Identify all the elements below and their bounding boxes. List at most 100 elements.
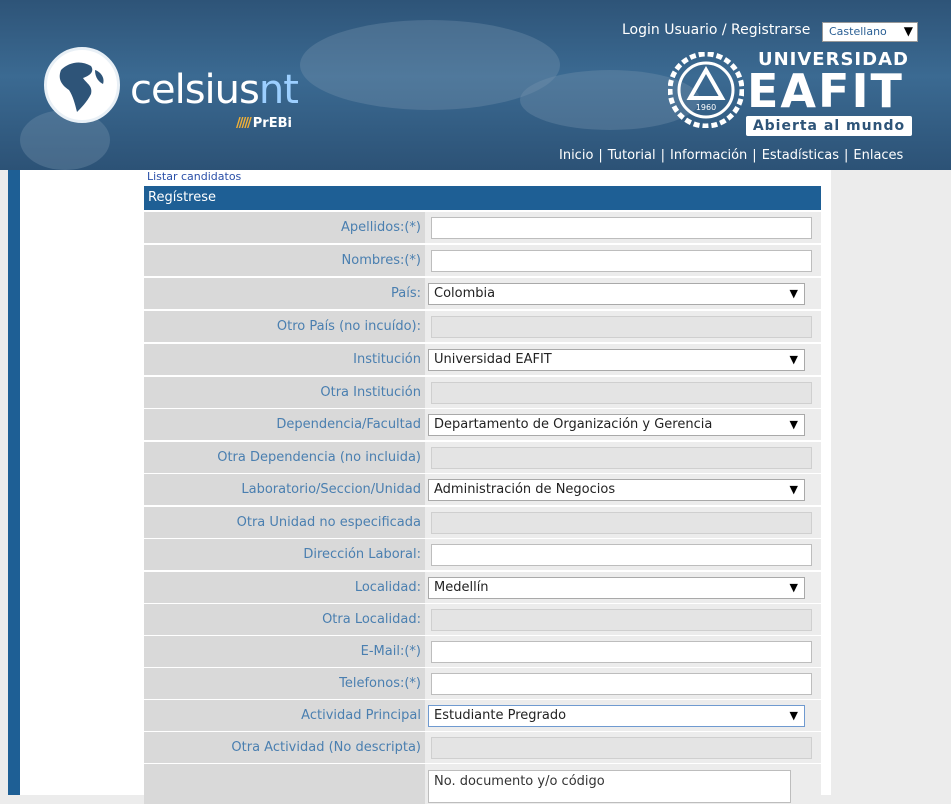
pais-select[interactable]: Colombia ▼ <box>428 283 805 305</box>
otra-dependencia-input <box>431 447 812 469</box>
select-value: Estudiante Pregrado <box>434 708 567 723</box>
select-value: Departamento de Organización y Gerencia <box>434 417 713 432</box>
otro-pais-input <box>431 316 812 338</box>
dropdown-arrow-icon: ▼ <box>789 709 798 722</box>
nav-tutorial[interactable]: Tutorial <box>608 148 656 163</box>
otra-institucion-input <box>431 382 812 404</box>
nav-estadisticas[interactable]: Estadísticas <box>762 148 839 163</box>
form-row-pais: País: Colombia ▼ <box>144 278 821 309</box>
brand-logo-text[interactable]: celsiusnt <box>130 67 299 113</box>
institucion-select[interactable]: Universidad EAFIT ▼ <box>428 349 805 371</box>
field-cell: No. documento y/o código <box>425 764 821 804</box>
form-row-otra-unidad: Otra Unidad no especificada <box>144 507 821 538</box>
form-row-localidad: Localidad: Medellín ▼ <box>144 572 821 603</box>
prebi-bars-icon: ///// <box>236 116 252 131</box>
apellidos-input[interactable] <box>431 217 812 239</box>
field-cell: Administración de Negocios ▼ <box>425 474 821 505</box>
field-label: País: <box>144 278 425 309</box>
nav-enlaces[interactable]: Enlaces <box>853 148 903 163</box>
field-cell <box>425 311 821 342</box>
field-label: Otra Dependencia (no incluida) <box>144 442 425 473</box>
field-cell: Estudiante Pregrado ▼ <box>425 700 821 731</box>
field-cell: Medellín ▼ <box>425 572 821 603</box>
field-label: Otro País (no incuído): <box>144 311 425 342</box>
field-label: Otra Actividad (No descripta) <box>144 732 425 763</box>
field-label: Dirección Laboral: <box>144 539 425 570</box>
select-value: Colombia <box>434 286 496 301</box>
field-cell: Colombia ▼ <box>425 278 821 309</box>
field-label: Apellidos:(*) <box>144 212 425 243</box>
nav-separator: | <box>843 148 849 163</box>
top-nav: Inicio | Tutorial | Información | Estadísticas… <box>559 148 903 163</box>
field-cell <box>425 377 821 408</box>
email-input[interactable] <box>431 641 812 663</box>
field-cell <box>425 245 821 276</box>
nav-informacion[interactable]: Información <box>670 148 747 163</box>
select-value: Medellín <box>434 580 489 595</box>
form-row-institucion: Institución Universidad EAFIT ▼ <box>144 344 821 375</box>
university-name: EAFIT <box>747 64 904 118</box>
field-cell <box>425 442 821 473</box>
field-label: Telefonos:(*) <box>144 668 425 699</box>
dependencia-select[interactable]: Departamento de Organización y Gerencia ▼ <box>428 414 805 436</box>
form-title: Regístrese <box>144 186 821 210</box>
dropdown-arrow-icon: ▼ <box>903 24 913 38</box>
otra-localidad-input <box>431 609 812 631</box>
login-register-link[interactable]: Login Usuario / Registrarse <box>622 22 810 38</box>
form-row-otra-dependencia: Otra Dependencia (no incluida) <box>144 442 821 473</box>
field-cell <box>425 212 821 243</box>
select-value: Administración de Negocios <box>434 482 616 497</box>
dropdown-arrow-icon: ▼ <box>789 418 798 431</box>
eafit-emblem-icon: 1960 <box>668 52 744 128</box>
language-value: Castellano <box>829 25 887 38</box>
telefonos-input[interactable] <box>431 673 812 695</box>
globe-icon <box>44 47 120 123</box>
field-cell <box>425 539 821 570</box>
laboratorio-select[interactable]: Administración de Negocios ▼ <box>428 479 805 501</box>
field-label: E-Mail:(*) <box>144 636 425 667</box>
nav-separator: | <box>752 148 757 163</box>
dropdown-arrow-icon: ▼ <box>789 353 798 366</box>
form-row-direccion: Dirección Laboral: <box>144 539 821 570</box>
list-candidates-link[interactable]: Listar candidatos <box>147 170 241 183</box>
nav-separator: | <box>598 148 603 163</box>
brand-accent: nt <box>258 67 299 113</box>
documento-textarea[interactable]: No. documento y/o código <box>428 770 791 803</box>
field-cell: Departamento de Organización y Gerencia ▼ <box>425 409 821 440</box>
dropdown-arrow-icon: ▼ <box>789 581 798 594</box>
field-label: Localidad: <box>144 572 425 603</box>
form-row-actividad: Actividad Principal Estudiante Pregrado ▼ <box>144 700 821 731</box>
prebi-label: PrEBi <box>252 116 292 131</box>
brand-main: celsius <box>130 67 260 113</box>
nombres-input[interactable] <box>431 250 812 272</box>
field-label: Nombres:(*) <box>144 245 425 276</box>
field-label: Laboratorio/Seccion/Unidad <box>144 474 425 505</box>
nav-inicio[interactable]: Inicio <box>559 148 593 163</box>
form-row-dependencia: Dependencia/Facultad Departamento de Org… <box>144 409 821 440</box>
dropdown-arrow-icon: ▼ <box>789 287 798 300</box>
direccion-input[interactable] <box>431 544 812 566</box>
field-label: Dependencia/Facultad <box>144 409 425 440</box>
form-row-otra-institucion: Otra Institución <box>144 377 821 408</box>
nav-separator: | <box>660 148 665 163</box>
field-cell <box>425 507 821 538</box>
language-select[interactable]: Castellano ▼ <box>822 22 918 42</box>
field-label: Actividad Principal <box>144 700 425 731</box>
otra-actividad-input <box>431 737 812 759</box>
field-cell <box>425 732 821 763</box>
form-row-otra-actividad: Otra Actividad (No descripta) <box>144 732 821 763</box>
left-accent-bar <box>8 170 20 795</box>
form-row-nombres: Nombres:(*) <box>144 245 821 276</box>
form-row-apellidos: Apellidos:(*) <box>144 212 821 243</box>
field-label: Institución <box>144 344 425 375</box>
select-value: Universidad EAFIT <box>434 352 552 367</box>
field-label <box>144 764 425 804</box>
site-header: celsiusnt /////PrEBi Login Usuario / Reg… <box>0 0 951 170</box>
field-cell <box>425 604 821 635</box>
otra-unidad-input <box>431 512 812 534</box>
localidad-select[interactable]: Medellín ▼ <box>428 577 805 599</box>
actividad-select[interactable]: Estudiante Pregrado ▼ <box>428 705 805 727</box>
field-label: Otra Institución <box>144 377 425 408</box>
field-label: Otra Localidad: <box>144 604 425 635</box>
emblem-year: 1960 <box>696 103 716 112</box>
